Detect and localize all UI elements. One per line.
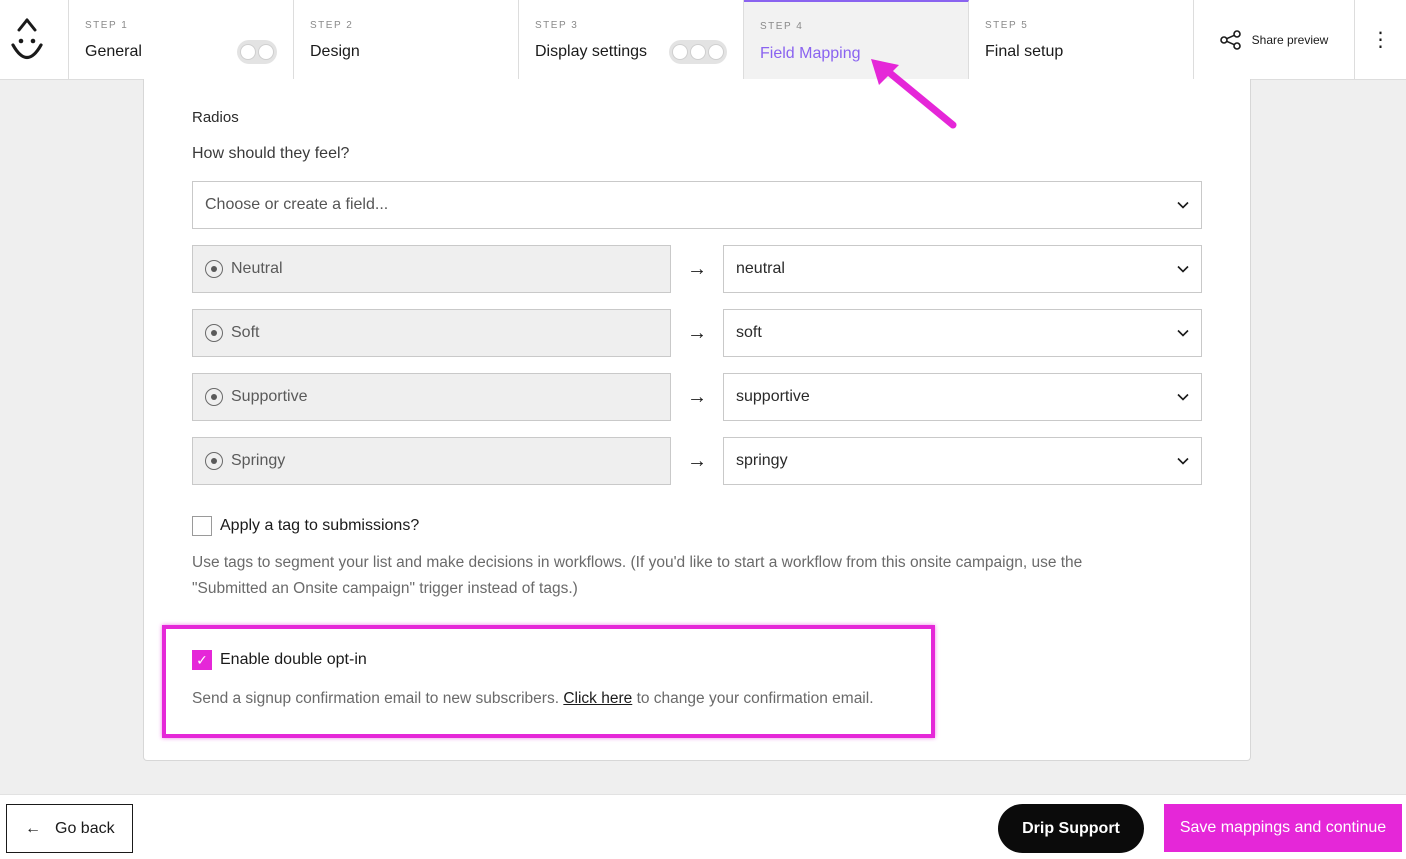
step-field-mapping[interactable]: STEP 4 Field Mapping (744, 0, 969, 80)
chevron-down-icon (1177, 265, 1189, 273)
option-box: Springy (192, 437, 671, 485)
share-icon (1219, 30, 1241, 50)
step-number: STEP 2 (310, 20, 354, 31)
chevron-down-icon (1177, 329, 1189, 337)
double-opt-in-option: ✓ Enable double opt-in (192, 650, 367, 670)
double-opt-in-help: Send a signup confirmation email to new … (192, 686, 874, 712)
step-number: STEP 1 (85, 20, 129, 31)
field-mapping-card: Radios How should they feel? Choose or c… (143, 79, 1251, 761)
more-vertical-icon: ⋮ (1370, 29, 1391, 51)
double-opt-in-label: Enable double opt-in (220, 651, 367, 668)
option-label: Neutral (231, 260, 283, 277)
go-back-button[interactable]: ← Go back (6, 804, 133, 853)
value-select[interactable]: neutral (723, 245, 1202, 293)
option-box: Neutral (192, 245, 671, 293)
step-general[interactable]: STEP 1 General (69, 0, 294, 80)
value-select-value: soft (736, 324, 762, 341)
help-text: to change your confirmation email. (636, 690, 874, 707)
checkmark-icon: ✓ (196, 651, 208, 668)
step-final-setup[interactable]: STEP 5 Final setup (969, 0, 1194, 80)
value-select[interactable]: springy (723, 437, 1202, 485)
option-label: Springy (231, 452, 286, 469)
chevron-down-icon (1177, 201, 1189, 209)
chevron-down-icon (1177, 457, 1189, 465)
step-title: Field Mapping (760, 45, 861, 62)
top-navigation: STEP 1 General STEP 2 Design STEP 3 Disp… (0, 0, 1406, 80)
step-title: Final setup (985, 43, 1064, 60)
progress-dot (708, 44, 724, 60)
tags-help-text: Use tags to segment your list and make d… (192, 554, 1083, 597)
more-options-button[interactable]: ⋮ (1355, 0, 1406, 79)
progress-dot (240, 44, 256, 60)
radio-icon (205, 388, 223, 406)
radio-icon (205, 324, 223, 342)
arrow-right-icon: → (687, 257, 707, 280)
drip-logo-icon (11, 18, 43, 60)
arrow-right-icon: → (687, 321, 707, 344)
step-title: Display settings (535, 43, 648, 60)
value-select-value: springy (736, 452, 788, 469)
arrow-left-icon: ← (25, 819, 41, 837)
arrow-right-icon: → (687, 449, 707, 472)
chevron-down-icon (1177, 393, 1189, 401)
field-select-placeholder: Choose or create a field... (205, 196, 389, 213)
value-select-value: supportive (736, 388, 810, 405)
apply-tag-checkbox[interactable] (192, 516, 212, 536)
apply-tag-label: Apply a tag to submissions? (220, 517, 420, 534)
drip-logo[interactable] (0, 0, 69, 80)
drip-support-button[interactable]: Drip Support (998, 804, 1144, 853)
step-title: General (85, 43, 142, 60)
step-number: STEP 5 (985, 20, 1029, 31)
mapping-row: Supportive → supportive (192, 373, 1202, 421)
save-mappings-button[interactable]: Save mappings and continue (1164, 804, 1402, 852)
field-select[interactable]: Choose or create a field... (192, 181, 1202, 229)
value-select-value: neutral (736, 260, 785, 277)
radio-icon (205, 260, 223, 278)
option-label: Supportive (231, 388, 308, 405)
option-label: Soft (231, 324, 260, 341)
confirmation-email-link[interactable]: Click here (563, 690, 632, 707)
bottom-action-bar: ← Go back Drip Support Save mappings and… (0, 794, 1406, 859)
progress-dot (672, 44, 688, 60)
step-number: STEP 4 (760, 21, 804, 32)
share-preview-label: Share preview (1251, 33, 1329, 47)
arrow-right-icon: → (687, 385, 707, 408)
apply-tag-option: Apply a tag to submissions? (192, 516, 419, 536)
go-back-label: Go back (55, 819, 115, 837)
radio-icon (205, 452, 223, 470)
section-label: Radios (192, 109, 239, 126)
mapping-row: Neutral → neutral (192, 245, 1202, 293)
help-text: Send a signup confirmation email to new … (192, 690, 560, 707)
step-design[interactable]: STEP 2 Design (294, 0, 519, 80)
step-progress-toggle (669, 40, 727, 64)
step-progress-toggle (237, 40, 277, 64)
step-number: STEP 3 (535, 20, 579, 31)
mapping-row: Springy → springy (192, 437, 1202, 485)
progress-dot (258, 44, 274, 60)
mapping-row: Soft → soft (192, 309, 1202, 357)
question-text: How should they feel? (192, 145, 350, 162)
option-box: Supportive (192, 373, 671, 421)
option-box: Soft (192, 309, 671, 357)
share-preview-button[interactable]: Share preview (1194, 0, 1355, 80)
double-opt-in-checkbox[interactable]: ✓ (192, 650, 212, 670)
progress-dot (690, 44, 706, 60)
value-select[interactable]: soft (723, 309, 1202, 357)
value-select[interactable]: supportive (723, 373, 1202, 421)
step-display-settings[interactable]: STEP 3 Display settings (519, 0, 744, 80)
step-title: Design (310, 43, 360, 60)
